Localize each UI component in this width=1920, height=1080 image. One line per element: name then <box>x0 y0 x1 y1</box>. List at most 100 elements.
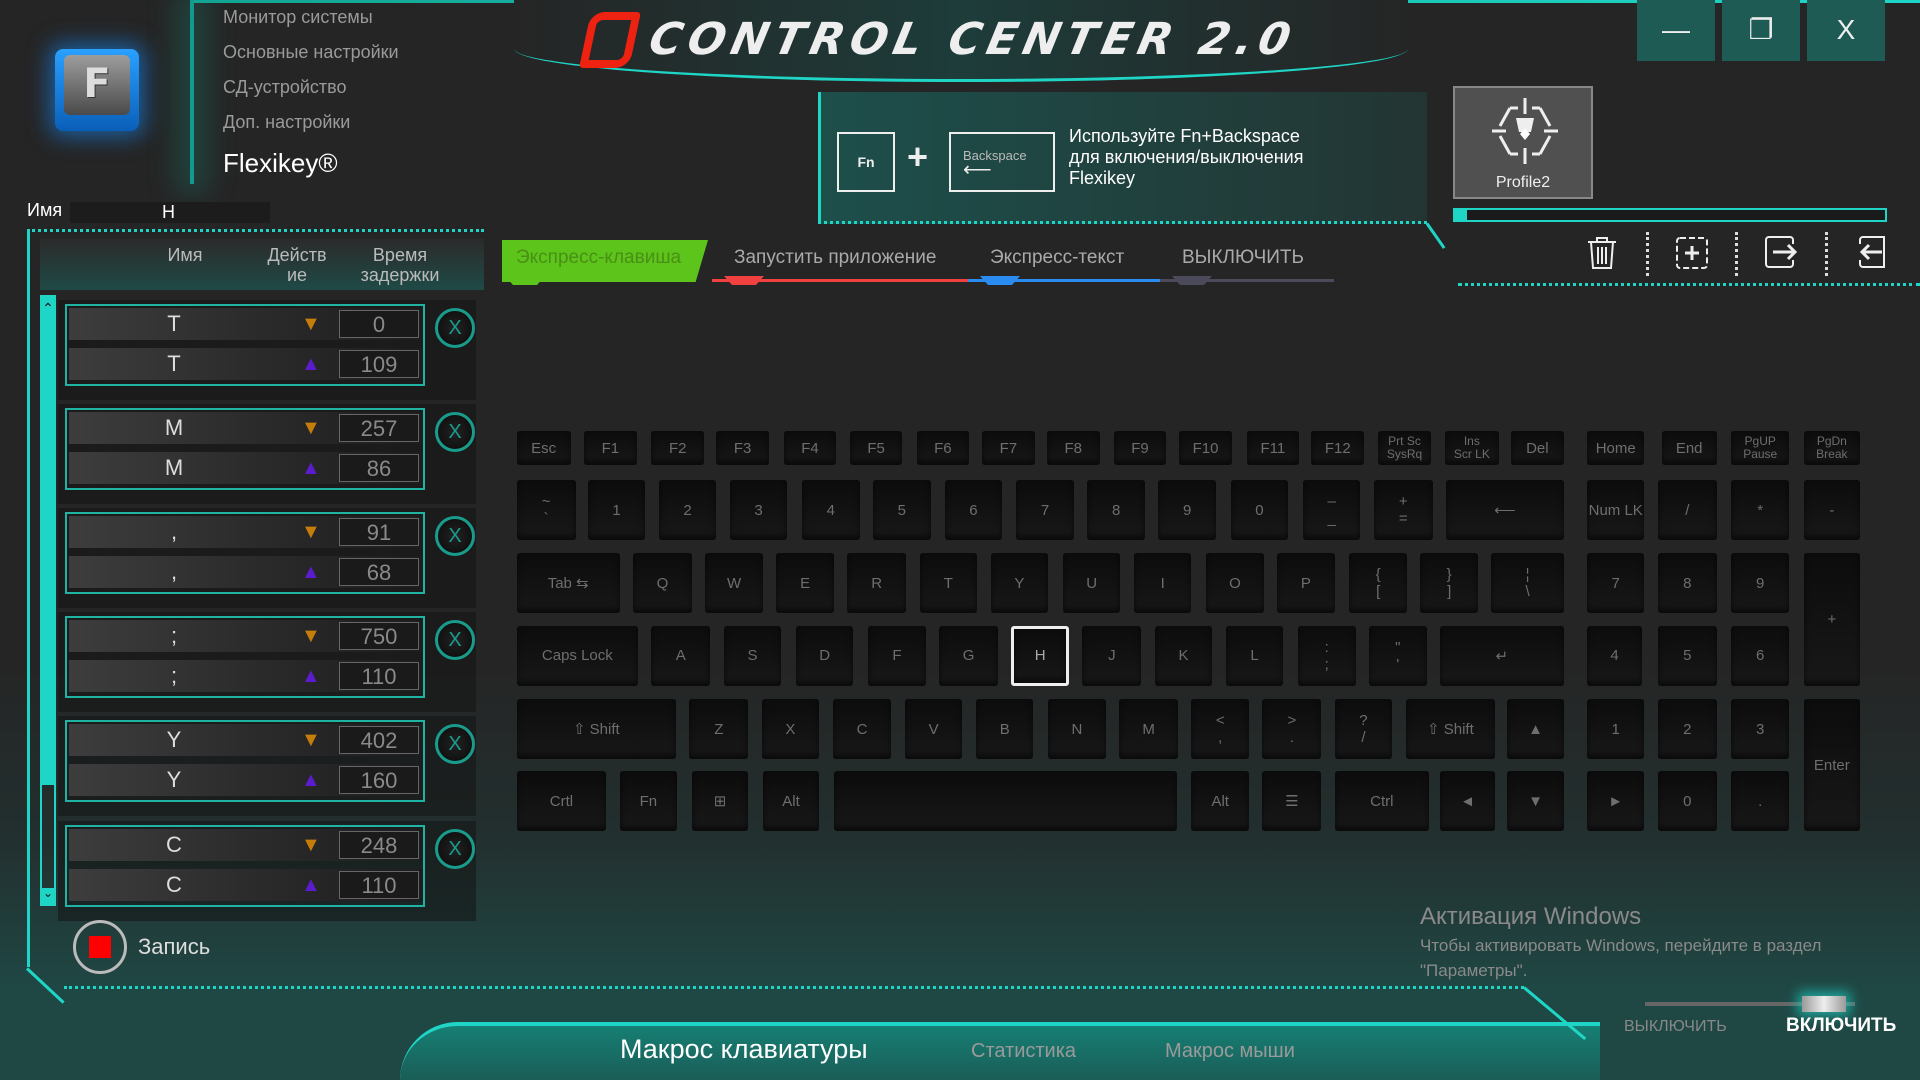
key-r5k2[interactable]: ⊞ <box>691 771 749 832</box>
key-home[interactable]: Home <box>1586 431 1645 466</box>
key-tab[interactable]: Tab ⇆ <box>516 553 620 614</box>
key-prtscsysrq[interactable]: Prt Sc SysRq <box>1377 431 1432 466</box>
key-w[interactable]: W <box>705 553 763 614</box>
tab-express-key[interactable]: Экспресс-клавиша <box>502 240 708 282</box>
macro-row-up[interactable]: C ▲ 110 <box>69 869 423 901</box>
delete-macro-button[interactable]: X <box>435 516 475 556</box>
macro-row-down[interactable]: T ▼ 0 <box>69 308 423 340</box>
name-input[interactable]: H <box>70 202 270 223</box>
key-0[interactable]: 0 <box>1230 480 1289 540</box>
key-d[interactable]: D <box>795 625 854 686</box>
key-j[interactable]: J <box>1082 625 1142 686</box>
delay-input[interactable]: 86 <box>339 454 419 482</box>
key-f9[interactable]: F9 <box>1114 431 1166 466</box>
record-button[interactable] <box>73 920 127 974</box>
key-pgdnbreak[interactable]: PgDn Break <box>1803 431 1860 466</box>
key-0[interactable]: 0 <box>1657 771 1717 832</box>
key-r1k15[interactable]: / <box>1657 480 1717 540</box>
delete-macro-button[interactable]: X <box>435 829 475 869</box>
key-pguppause[interactable]: PgUP Pause <box>1731 431 1789 466</box>
key-r5k9[interactable]: ▼ <box>1507 771 1564 832</box>
close-button[interactable]: X <box>1807 0 1885 61</box>
key-shift[interactable]: ⇧ Shift <box>516 699 676 760</box>
key-l[interactable]: L <box>1225 625 1284 686</box>
key-r4k10[interactable]: ? / <box>1334 699 1393 760</box>
key-r4k12[interactable]: ▲ <box>1507 699 1564 760</box>
key-crtl[interactable]: Crtl <box>516 771 607 832</box>
key-esc[interactable]: Esc <box>516 431 571 466</box>
scroll-thumb[interactable] <box>42 315 54 785</box>
key-alt[interactable]: Alt <box>1191 771 1249 832</box>
key-enter[interactable]: Enter <box>1803 699 1860 832</box>
key-f4[interactable]: F4 <box>783 431 837 466</box>
key-r4k8[interactable]: <, <box>1191 699 1249 760</box>
profile-card[interactable]: Profile2 <box>1453 86 1593 199</box>
key-end[interactable]: End <box>1661 431 1717 466</box>
key-2[interactable]: 2 <box>1657 699 1717 760</box>
key-r3k11[interactable]: " ' <box>1368 625 1427 686</box>
delay-input[interactable]: 750 <box>339 622 419 650</box>
key-r1k17[interactable]: - <box>1803 480 1860 540</box>
profile-scrollbar[interactable] <box>1453 208 1887 222</box>
macro-row-up[interactable]: T ▲ 109 <box>69 348 423 380</box>
minimize-button[interactable]: — <box>1637 0 1715 61</box>
key-1[interactable]: 1 <box>1586 699 1645 760</box>
bottom-tab-mouse-macro[interactable]: Макрос мыши <box>1165 1040 1295 1063</box>
key-c[interactable]: C <box>832 699 892 760</box>
key-s[interactable]: S <box>723 625 782 686</box>
key-f[interactable]: F <box>868 625 926 686</box>
key-y[interactable]: Y <box>990 553 1049 614</box>
key-r3k10[interactable]: :; <box>1297 625 1356 686</box>
macro-row-up[interactable]: M ▲ 86 <box>69 452 423 484</box>
toggle-off-label[interactable]: ВЫКЛЮЧИТЬ <box>1624 1017 1727 1036</box>
macro-row-up[interactable]: ; ▲ 110 <box>69 660 423 692</box>
export-icon[interactable] <box>1763 234 1799 270</box>
key-t[interactable]: T <box>919 553 978 614</box>
key-n[interactable]: N <box>1048 699 1106 760</box>
delay-input[interactable]: 110 <box>339 871 419 899</box>
delay-input[interactable]: 109 <box>339 350 419 378</box>
key-f8[interactable]: F8 <box>1046 431 1100 466</box>
key-shift[interactable]: ⇧ Shift <box>1405 699 1496 760</box>
macro-entry[interactable]: ; ▼ 750 ; ▲ 110 <box>65 616 425 698</box>
key-r[interactable]: R <box>847 553 907 614</box>
macro-row-up[interactable]: Y ▲ 160 <box>69 764 423 796</box>
scroll-down-icon[interactable]: ⌄ <box>42 887 54 904</box>
key-9[interactable]: 9 <box>1158 480 1216 540</box>
toggle-thumb[interactable] <box>1802 996 1846 1012</box>
key-g[interactable]: G <box>939 625 998 686</box>
key-f1[interactable]: F1 <box>584 431 637 466</box>
delete-macro-button[interactable]: X <box>435 308 475 348</box>
nav-basic-settings[interactable]: Основные настройки <box>223 42 399 63</box>
delete-macro-button[interactable]: X <box>435 412 475 452</box>
toggle-on-label[interactable]: ВКЛЮЧИТЬ <box>1786 1016 1896 1036</box>
key-4[interactable]: 4 <box>802 480 860 540</box>
delay-input[interactable]: 257 <box>339 414 419 442</box>
key-f10[interactable]: F10 <box>1179 431 1232 466</box>
key-f3[interactable]: F3 <box>716 431 769 466</box>
key-r2k12[interactable]: }] <box>1420 553 1478 614</box>
key-r2k11[interactable]: {[ <box>1349 553 1407 614</box>
key-h[interactable]: H <box>1011 625 1069 686</box>
bottom-tab-keyboard-macro[interactable]: Макрос клавиатуры <box>620 1034 868 1065</box>
bottom-tab-statistics[interactable]: Статистика <box>971 1040 1076 1063</box>
key-4[interactable]: 4 <box>1586 625 1643 686</box>
macro-row-down[interactable]: , ▼ 91 <box>69 516 423 548</box>
key-v[interactable]: V <box>904 699 963 760</box>
import-icon[interactable] <box>1852 234 1888 270</box>
scroll-up-icon[interactable]: ⌃ <box>42 297 54 317</box>
delay-input[interactable]: 160 <box>339 766 419 794</box>
key-r5k6[interactable]: ☰ <box>1262 771 1322 832</box>
macro-entry[interactable]: T ▼ 0 T ▲ 109 <box>65 304 425 386</box>
key-numlk[interactable]: Num LK <box>1586 480 1645 540</box>
tab-express-text[interactable]: Экспресс-текст <box>968 240 1160 282</box>
nav-flexikey[interactable]: Flexikey® <box>223 148 338 179</box>
key-5[interactable]: 5 <box>873 480 931 540</box>
tab-launch-app[interactable]: Запустить приложение <box>712 240 972 282</box>
key-r5k8[interactable]: ◄ <box>1440 771 1496 832</box>
add-icon[interactable] <box>1674 234 1710 270</box>
key-7[interactable]: 7 <box>1016 480 1074 540</box>
macro-entry[interactable]: M ▼ 257 M ▲ 86 <box>65 408 425 490</box>
macro-row-up[interactable]: , ▲ 68 <box>69 556 423 588</box>
delay-input[interactable]: 248 <box>339 831 419 859</box>
